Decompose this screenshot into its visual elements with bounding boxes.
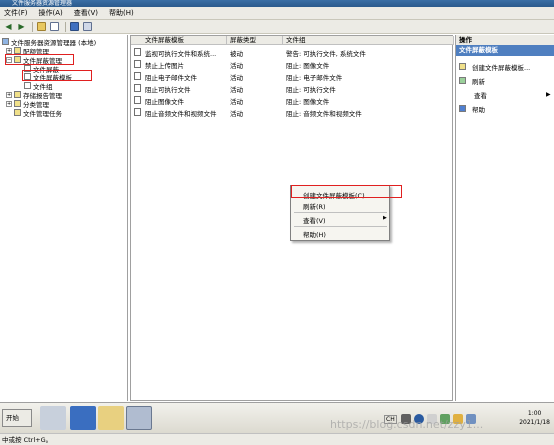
help-icon[interactable]: [69, 22, 80, 32]
console-icon[interactable]: [82, 22, 93, 32]
help-icon: [459, 105, 466, 112]
submenu-arrow-icon: ▶: [546, 91, 551, 98]
table-row[interactable]: 阻止电子邮件文件 活动 阻止: 电子邮件文件: [131, 70, 454, 82]
action-label: 帮助: [472, 105, 485, 114]
action-label: 创建文件屏蔽模板...: [472, 63, 531, 72]
toolbar: ◀ ▶: [0, 20, 554, 34]
tree-item-label: 文件管理任务: [23, 109, 62, 118]
highlight-file-screening: [5, 54, 74, 65]
up-folder-icon[interactable]: [36, 22, 47, 32]
template-icon: [134, 60, 141, 68]
start-button[interactable]: 开始: [2, 409, 32, 427]
expand-icon[interactable]: +: [6, 47, 12, 54]
menu-item-view[interactable]: 查看(V): [303, 215, 326, 225]
action-view[interactable]: 查看: [474, 90, 487, 100]
row-screen-type: 被动: [230, 50, 243, 58]
actions-pane: 操作 文件屏蔽模板 创建文件屏蔽模板... 刷新 查看 ▶ 帮助: [455, 35, 554, 401]
column-header-screen-type[interactable]: 屏蔽类型: [227, 36, 283, 45]
row-file-groups: 阻止: 图像文件: [286, 62, 330, 70]
row-screen-type: 活动: [230, 98, 243, 106]
row-template-name: 阻止音频文件和视频文件: [145, 110, 217, 118]
clock[interactable]: 1:00 2021/1/18: [519, 409, 550, 427]
server-manager-icon[interactable]: [40, 406, 66, 430]
action-help[interactable]: 帮助: [459, 104, 485, 114]
menu-action[interactable]: 操作(A): [39, 8, 63, 18]
row-template-name: 阻止电子邮件文件: [145, 74, 197, 82]
server-icon: [2, 38, 9, 45]
row-screen-type: 活动: [230, 62, 243, 70]
show-tree-icon[interactable]: [49, 22, 60, 32]
row-file-groups: 阻止: 图像文件: [286, 98, 330, 106]
row-template-name: 监视可执行文件和系统...: [145, 50, 217, 58]
document-icon: [24, 82, 31, 89]
start-label: 开始: [6, 414, 19, 422]
watermark: https://blog.csdn.net/zzy1...: [330, 418, 484, 431]
clock-time: 1:00: [527, 410, 542, 417]
menu-help[interactable]: 帮助(H): [109, 8, 134, 18]
template-icon: [134, 48, 141, 56]
table-row[interactable]: 阻止图像文件 活动 阻止: 图像文件: [131, 94, 454, 106]
fsrm-taskbar-icon[interactable]: [126, 406, 152, 430]
column-header-template[interactable]: 文件屏蔽模板: [131, 36, 227, 45]
action-create-template[interactable]: 创建文件屏蔽模板...: [459, 62, 531, 72]
folder-icon: [14, 91, 21, 98]
template-icon: [134, 108, 141, 116]
row-screen-type: 活动: [230, 74, 243, 82]
row-file-groups: 阻止: 可执行文件: [286, 86, 336, 94]
clock-date: 2021/1/18: [519, 419, 550, 426]
menu-view[interactable]: 查看(V): [74, 8, 98, 18]
row-template-name: 禁止上传图片: [145, 62, 184, 70]
refresh-icon: [459, 77, 466, 84]
row-template-name: 阻止可执行文件: [145, 86, 191, 94]
folder-icon: [14, 100, 21, 107]
table-row[interactable]: 阻止可执行文件 活动 阻止: 可执行文件: [131, 82, 454, 94]
menu-item-help[interactable]: 帮助(H): [303, 229, 326, 239]
actions-title: 操作: [456, 35, 554, 45]
status-text: 中或按 Ctrl+G。: [2, 436, 53, 444]
menu-item-refresh[interactable]: 刷新(R): [303, 201, 326, 211]
menu-divider: [294, 226, 387, 227]
explorer-icon[interactable]: [98, 406, 124, 430]
template-icon: [134, 96, 141, 104]
menu-file[interactable]: 文件(F): [4, 8, 28, 18]
row-screen-type: 活动: [230, 110, 243, 118]
row-screen-type: 活动: [230, 86, 243, 94]
highlight-create-template: [291, 185, 402, 198]
row-template-name: 阻止图像文件: [145, 98, 184, 106]
action-label: 刷新: [472, 77, 485, 86]
expand-icon[interactable]: +: [6, 91, 12, 98]
actions-section-header[interactable]: 文件屏蔽模板: [456, 45, 554, 56]
table-row[interactable]: 阻止音频文件和视频文件 活动 阻止: 音频文件和视频文件: [131, 106, 454, 118]
tree-item-file-management-tasks[interactable]: 文件管理任务: [14, 108, 62, 118]
folder-icon: [14, 109, 21, 116]
row-file-groups: 阻止: 电子邮件文件: [286, 74, 343, 82]
row-file-groups: 警告: 可执行文件, 系统文件: [286, 50, 366, 58]
action-refresh[interactable]: 刷新: [459, 76, 485, 86]
status-bar: 中或按 Ctrl+G。: [0, 433, 554, 445]
folder-icon: [14, 47, 21, 54]
console-tree: 文件服务器资源管理器 (本地) + 配额管理 − 文件屏蔽管理 文件屏蔽 文件屏…: [0, 35, 128, 401]
row-file-groups: 阻止: 音频文件和视频文件: [286, 110, 362, 118]
action-label: 查看: [474, 91, 487, 100]
back-icon[interactable]: ◀: [3, 22, 14, 32]
menu-divider: [294, 212, 387, 213]
column-header-file-groups[interactable]: 文件组: [283, 36, 454, 45]
window-title-bar: 文件服务器资源管理器: [0, 0, 554, 7]
powershell-icon[interactable]: [70, 406, 96, 430]
toolbar-divider: [65, 21, 66, 32]
forward-icon[interactable]: ▶: [16, 22, 27, 32]
new-template-icon: [459, 63, 466, 70]
template-icon: [134, 72, 141, 80]
template-icon: [134, 84, 141, 92]
table-row[interactable]: 禁止上传图片 活动 阻止: 图像文件: [131, 58, 454, 70]
table-row[interactable]: 监视可执行文件和系统... 被动 警告: 可执行文件, 系统文件: [131, 46, 454, 58]
submenu-arrow-icon: ▶: [383, 215, 387, 221]
menu-bar: 文件(F) 操作(A) 查看(V) 帮助(H): [0, 7, 554, 20]
expand-icon[interactable]: +: [6, 100, 12, 107]
toolbar-divider: [32, 21, 33, 32]
window-title: 文件服务器资源管理器: [12, 0, 73, 7]
highlight-templates: [22, 70, 92, 81]
tree-root[interactable]: 文件服务器资源管理器 (本地): [2, 37, 96, 47]
